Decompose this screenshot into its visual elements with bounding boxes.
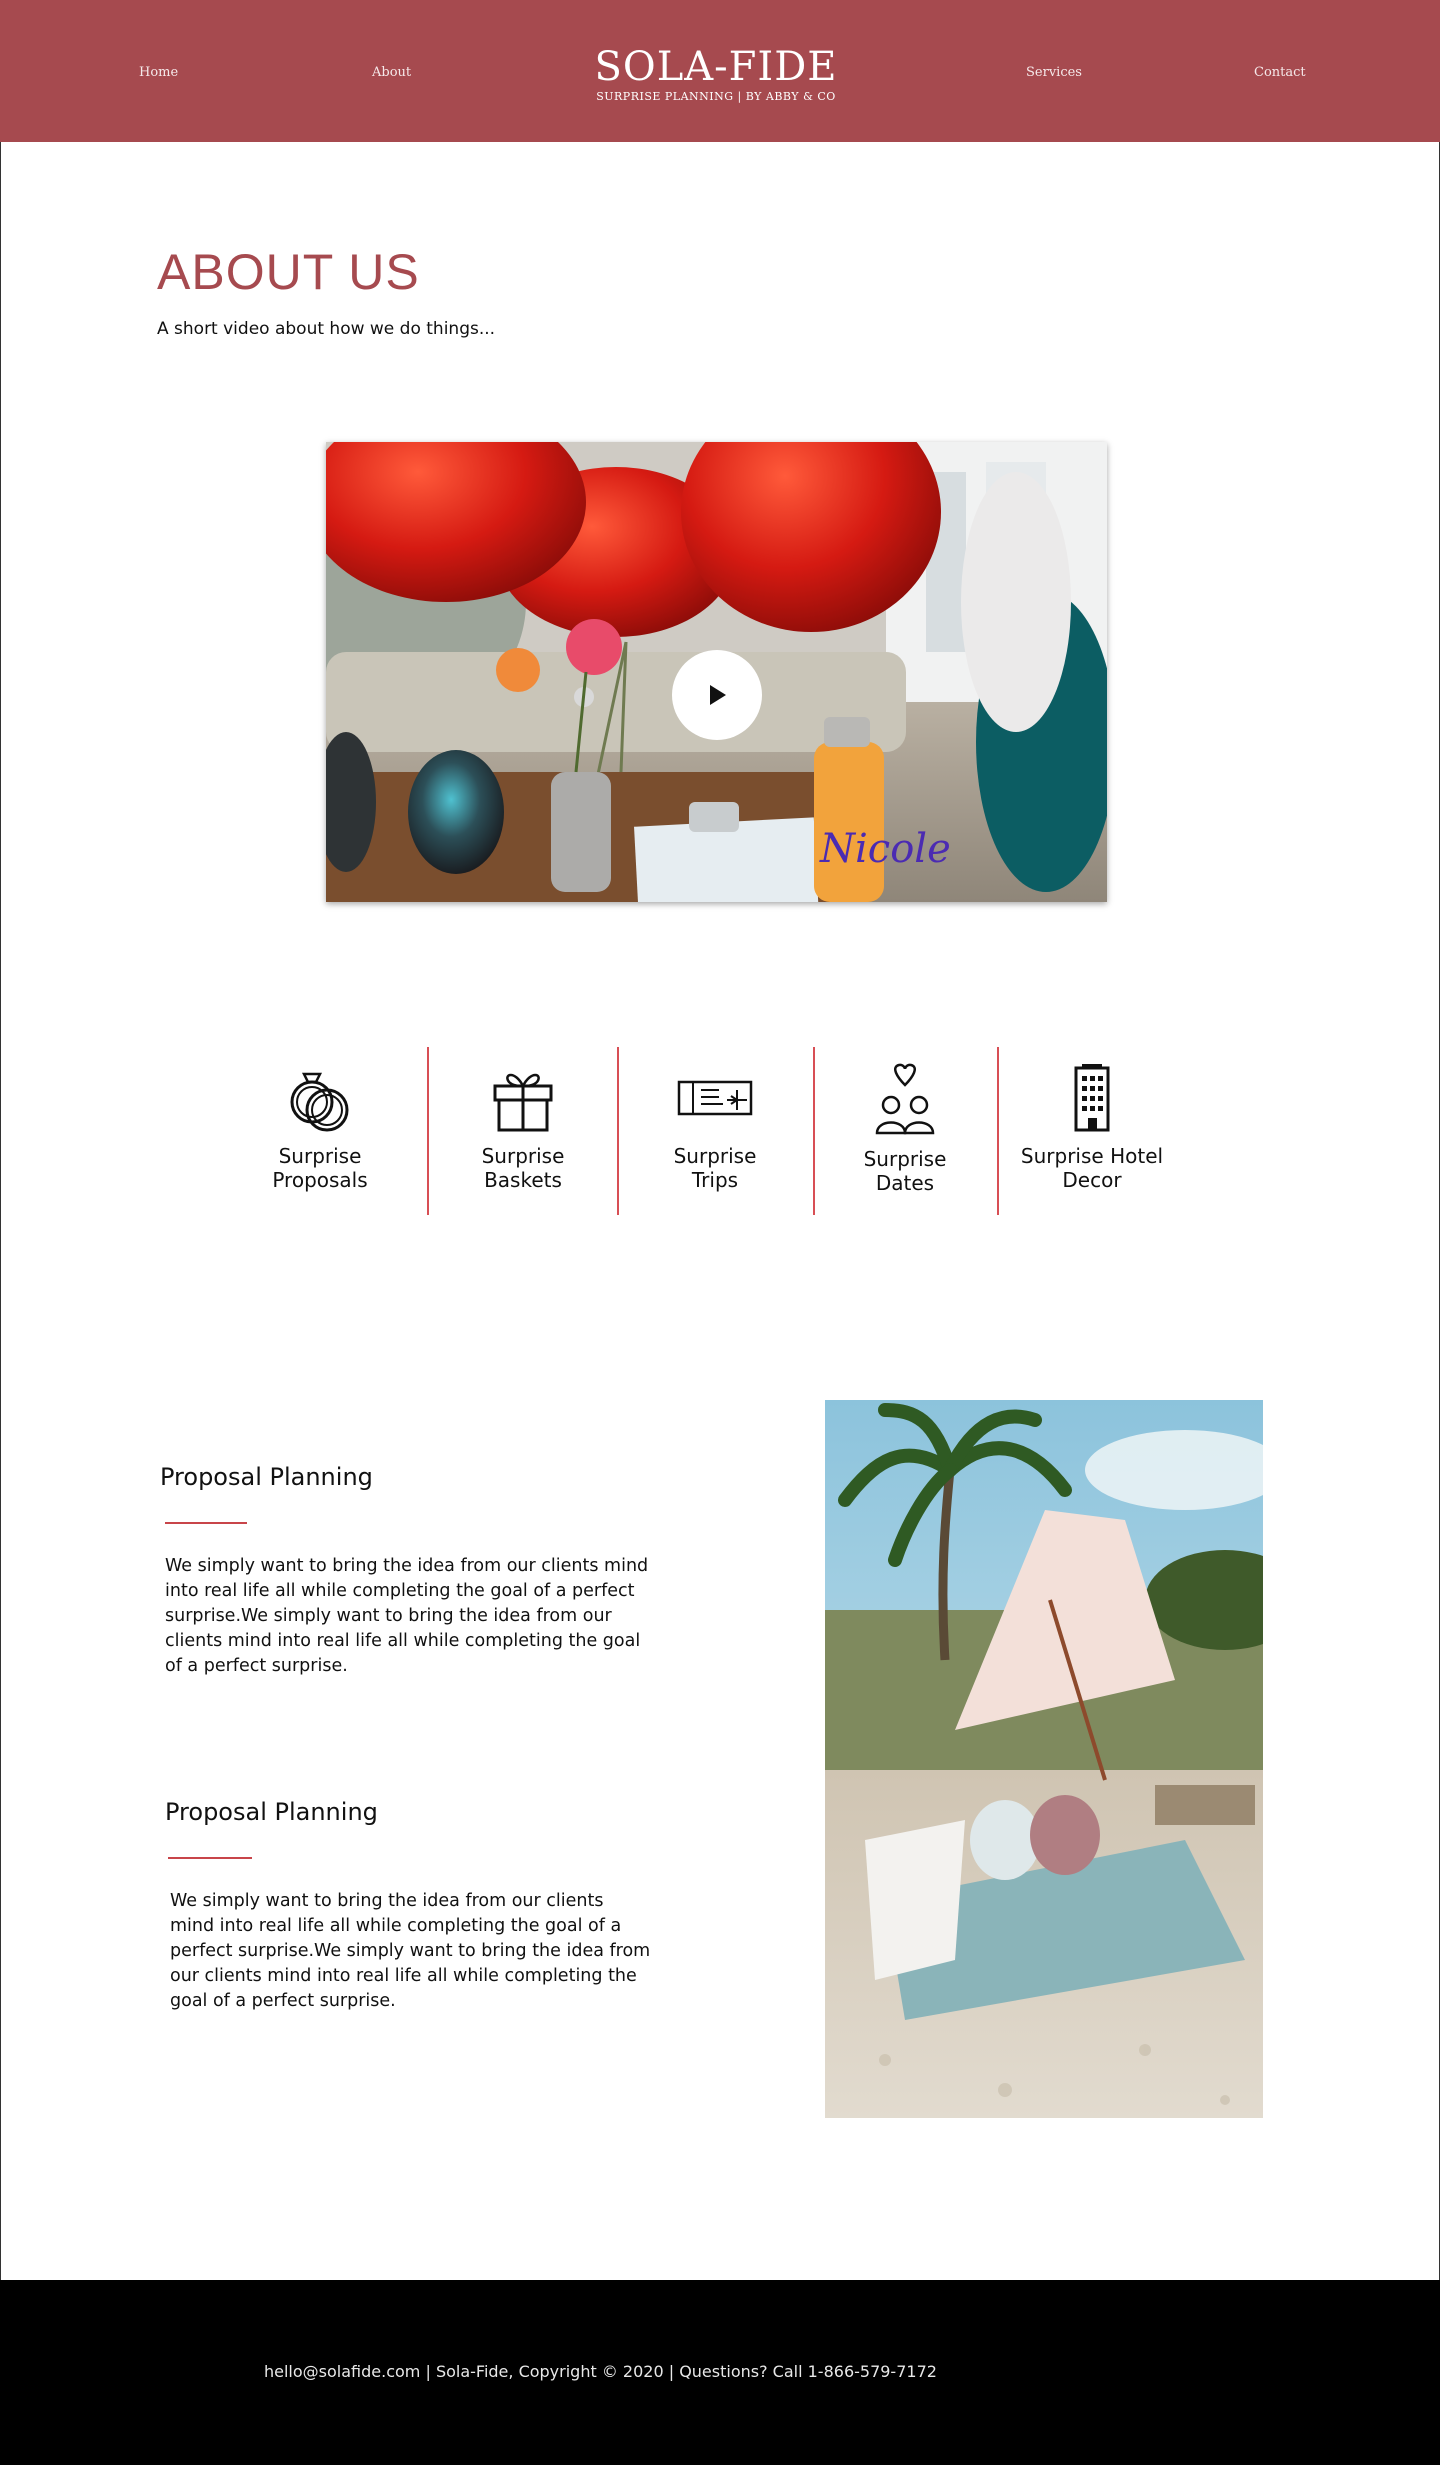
play-icon <box>710 685 726 705</box>
bottle-label: Nicole <box>819 826 951 872</box>
section-title: Proposal Planning <box>165 1798 378 1826</box>
site-footer: hello@solafide.com | Sola-Fide, Copyrigh… <box>0 2280 1440 2465</box>
body-line: perfect surprise.We simply want to bring… <box>170 1941 651 1961</box>
section-body: We simply want to bring the idea from ou… <box>165 1554 685 1679</box>
body-line: clients mind into real life all while co… <box>165 1631 641 1651</box>
site-header: Home About SOLA-FIDE SURPRISE PLANNING |… <box>0 0 1440 142</box>
body-line: into real life all while completing the … <box>165 1581 635 1601</box>
body-line: goal of a perfect surprise. <box>170 1991 396 2011</box>
body-line: We simply want to bring the idea from ou… <box>165 1556 649 1576</box>
service-label-line2: Baskets <box>484 1168 562 1192</box>
hotel-icon <box>1074 1064 1110 1132</box>
footer-contact-text: hello@solafide.com | Sola-Fide, Copyrigh… <box>264 2362 937 2381</box>
body-line: surprise.We simply want to bring the ide… <box>165 1606 612 1626</box>
service-label-line1: Surprise <box>673 1144 757 1168</box>
service-label-line1: Surprise Hotel <box>1020 1144 1164 1168</box>
service-hotel-decor[interactable]: Surprise Hotel Decor <box>1012 1060 1172 1192</box>
service-label-line1: Surprise <box>481 1144 565 1168</box>
service-divider <box>813 1047 815 1215</box>
brand-tagline: SURPRISE PLANNING | BY ABBY & CO <box>596 90 836 103</box>
ticket-icon <box>677 1080 753 1116</box>
body-line: of a perfect surprise. <box>165 1656 348 1676</box>
section-body: We simply want to bring the idea from ou… <box>170 1889 690 2014</box>
play-button[interactable] <box>672 650 762 740</box>
body-line: our clients mind into real life all whil… <box>170 1966 637 1986</box>
service-proposals[interactable]: Surprise Proposals <box>250 1060 390 1192</box>
rings-icon <box>290 1072 349 1132</box>
page-subtitle: A short video about how we do things... <box>157 319 496 339</box>
service-divider <box>617 1047 619 1215</box>
service-label-line2: Trips <box>691 1168 739 1192</box>
nav-services[interactable]: Services <box>1026 65 1082 80</box>
gift-icon <box>493 1073 553 1132</box>
service-dates[interactable]: Surprise Dates <box>835 1063 975 1195</box>
couple-heart-icon <box>875 1063 935 1135</box>
service-divider <box>997 1047 999 1215</box>
service-label-line1: Surprise <box>863 1147 947 1171</box>
section-rule <box>168 1857 252 1859</box>
beach-picnic-image <box>825 1400 1263 2118</box>
section-title: Proposal Planning <box>160 1463 373 1491</box>
body-line: We simply want to bring the idea from ou… <box>170 1891 604 1911</box>
brand-logo[interactable]: SOLA-FIDE SURPRISE PLANNING | BY ABBY & … <box>0 44 1432 103</box>
service-label-line2: Proposals <box>272 1168 368 1192</box>
service-trips[interactable]: Surprise Trips <box>645 1060 785 1192</box>
body-line: mind into real life all while completing… <box>170 1916 622 1936</box>
video-player[interactable]: Nicole <box>326 442 1107 902</box>
section-rule <box>165 1522 247 1524</box>
page-title: ABOUT US <box>157 244 420 300</box>
service-divider <box>427 1047 429 1215</box>
service-baskets[interactable]: Surprise Baskets <box>453 1060 593 1192</box>
nav-contact[interactable]: Contact <box>1254 65 1306 80</box>
brand-name: SOLA-FIDE <box>594 44 838 90</box>
service-label-line2: Dates <box>875 1171 935 1195</box>
service-label-line2: Decor <box>1062 1168 1122 1192</box>
service-label-line1: Surprise <box>278 1144 362 1168</box>
